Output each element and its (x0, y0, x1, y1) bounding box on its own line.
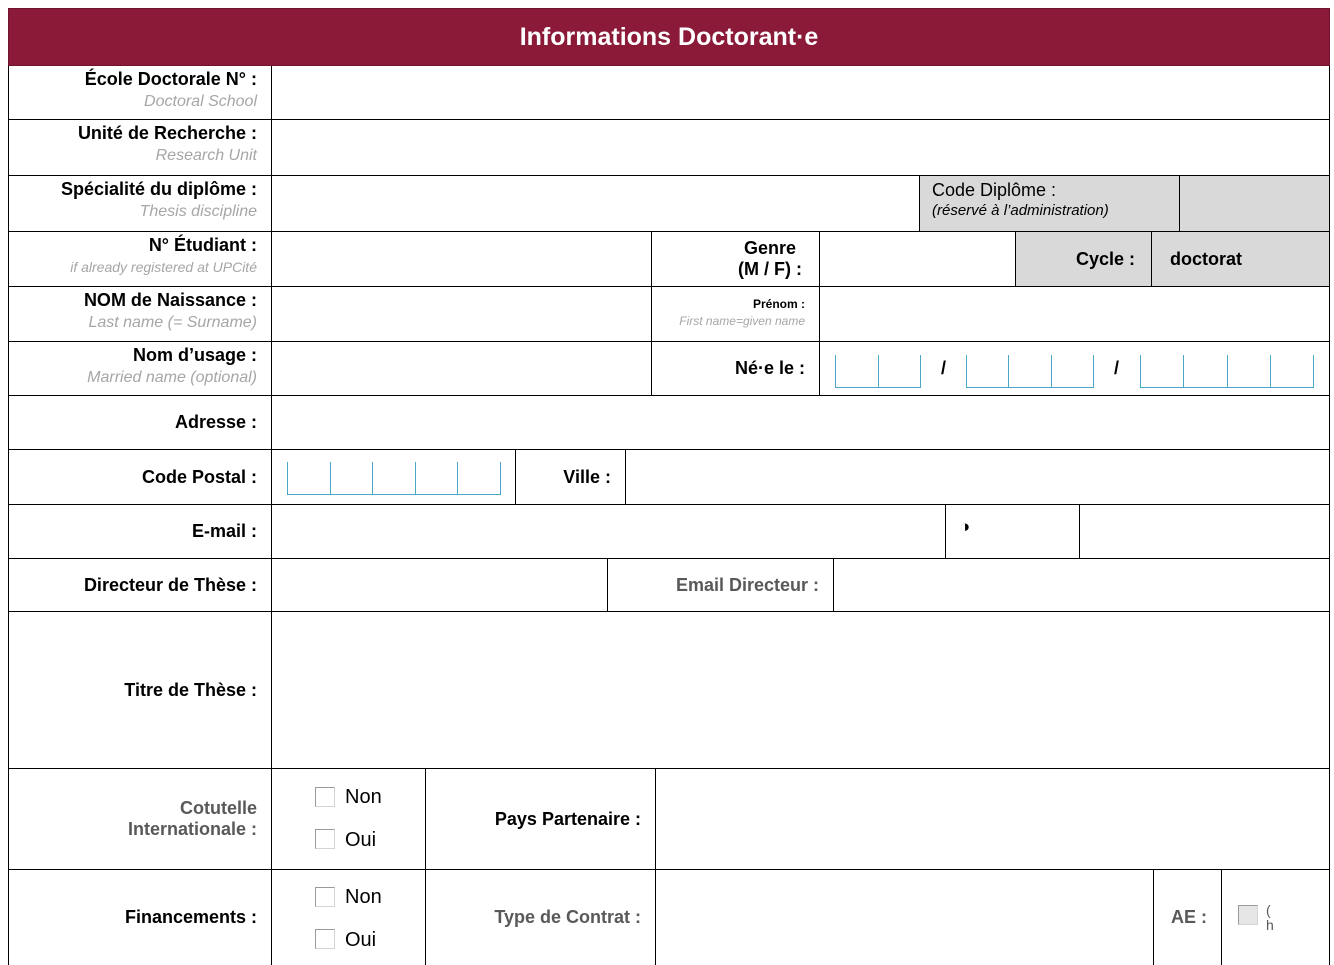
nom-naissance-label: NOM de Naissance : (83, 290, 257, 310)
nom-naissance-label-cell: NOM de Naissance : Last name (= Surname) (8, 287, 272, 342)
nom-naissance-input[interactable] (272, 287, 652, 342)
birth-month-boxes[interactable] (966, 355, 1094, 388)
pays-label-cell: Pays Partenaire : (426, 769, 656, 870)
code-postal-label: Code Postal : (141, 466, 257, 487)
email-directeur-input[interactable] (834, 559, 1330, 612)
specialite-sublabel: Thesis discipline (139, 203, 257, 220)
form-header: Informations Doctorant·e (8, 8, 1330, 66)
contrat-label-cell: Type de Contrat : (426, 870, 656, 965)
ecole-label: École Doctorale N° : (84, 69, 257, 89)
code-diplome-label-cell: Code Diplôme : (réservé à l’administrati… (920, 176, 1180, 232)
financements-label-cell: Financements : (8, 870, 272, 965)
nom-usage-label-cell: Nom d’usage : Married name (optional) (8, 342, 272, 396)
phone-input[interactable] (1080, 505, 1330, 559)
email-input[interactable] (272, 505, 946, 559)
cycle-label-cell: Cycle : (1016, 232, 1152, 287)
code-postal-boxes[interactable] (287, 462, 501, 495)
specialite-label: Spécialité du diplôme : (60, 179, 257, 199)
date-separator-2: / (1114, 358, 1120, 378)
contrat-label: Type de Contrat : (494, 907, 641, 927)
financements-label: Financements : (124, 907, 257, 927)
ecole-sublabel: Doctoral School (144, 93, 257, 110)
etudiant-label-cell: N° Étudiant : if already registered at U… (8, 232, 272, 287)
phone-icon: ◑ (960, 517, 971, 536)
code-diplome-input (1180, 176, 1330, 232)
email-directeur-label-cell: Email Directeur : (608, 559, 834, 612)
unite-input[interactable] (272, 120, 1330, 176)
titre-input[interactable] (272, 612, 1330, 769)
ville-input[interactable] (626, 450, 1330, 505)
form-title: Informations Doctorant·e (519, 22, 819, 51)
cotutelle-label-line2: Internationale : (127, 819, 257, 839)
financements-non-checkbox[interactable] (315, 887, 335, 907)
pays-label: Pays Partenaire : (494, 808, 641, 829)
genre-label-line2: (M / F) : (738, 259, 802, 279)
etudiant-label: N° Étudiant : (148, 235, 257, 255)
financements-non-label: Non (345, 886, 382, 908)
nom-naissance-sublabel: Last name (= Surname) (88, 314, 257, 331)
etudiant-sublabel: if already registered at UPCité (70, 259, 257, 275)
unite-sublabel: Research Unit (155, 147, 257, 164)
etudiant-input[interactable] (272, 232, 652, 287)
titre-label-cell: Titre de Thèse : (8, 612, 272, 769)
date-separator-1: / (941, 358, 947, 378)
ne-le-label-cell: Né·e le : (652, 342, 820, 396)
unite-label-cell: Unité de Recherche : Research Unit (8, 120, 272, 176)
code-diplome-sublabel: (réservé à l’administration) (932, 202, 1109, 219)
cotutelle-label-line1: Cotutelle (179, 798, 257, 818)
code-postal-label-cell: Code Postal : (8, 450, 272, 505)
genre-input[interactable] (820, 232, 1016, 287)
adresse-label: Adresse : (174, 412, 257, 432)
birth-year-boxes[interactable] (1140, 355, 1314, 388)
ae-clipped-label: ( h (1266, 903, 1274, 933)
cotutelle-non-checkbox[interactable] (315, 787, 335, 807)
ville-label-cell: Ville : (516, 450, 626, 505)
cycle-value-cell: doctorat (1152, 232, 1330, 287)
email-directeur-label: Email Directeur : (675, 574, 819, 595)
nom-usage-input[interactable] (272, 342, 652, 396)
cotutelle-label-cell: Cotutelle Internationale : (8, 769, 272, 870)
code-diplome-label: Code Diplôme : (932, 180, 1057, 200)
genre-label-cell: Genre (M / F) : (652, 232, 820, 287)
directeur-label: Directeur de Thèse : (83, 574, 257, 595)
cotutelle-non-label: Non (345, 786, 382, 808)
unite-label: Unité de Recherche : (77, 123, 257, 143)
birth-day-boxes[interactable] (835, 355, 921, 388)
nom-usage-sublabel: Married name (optional) (87, 369, 257, 386)
cycle-label: Cycle : (1075, 248, 1135, 269)
cotutelle-oui-label: Oui (345, 829, 377, 851)
prenom-label-cell: Prénom : First name=given name (652, 287, 820, 342)
titre-label: Titre de Thèse : (124, 679, 257, 700)
financements-oui-checkbox[interactable] (315, 929, 335, 949)
ecole-label-cell: École Doctorale N° : Doctoral School (8, 66, 272, 120)
ville-label: Ville : (563, 466, 611, 487)
ae-checkbox[interactable] (1238, 905, 1258, 925)
prenom-label: Prénom : (752, 297, 805, 311)
genre-label-line1: Genre (743, 238, 797, 258)
prenom-input[interactable] (820, 287, 1330, 342)
specialite-label-cell: Spécialité du diplôme : Thesis disciplin… (8, 176, 272, 232)
financements-oui-label: Oui (345, 929, 377, 951)
ecole-input[interactable] (272, 66, 1330, 120)
email-label: E-mail : (191, 521, 257, 541)
phone-label-cell: ◑ (946, 505, 1080, 559)
directeur-label-cell: Directeur de Thèse : (8, 559, 272, 612)
contrat-input[interactable] (656, 870, 1154, 965)
cotutelle-oui-checkbox[interactable] (315, 829, 335, 849)
directeur-input[interactable] (272, 559, 608, 612)
specialite-input[interactable] (272, 176, 920, 232)
cotutelle-options-cell (272, 769, 426, 870)
ae-label: AE : (1171, 907, 1207, 927)
prenom-sublabel: First name=given name (679, 314, 805, 328)
pays-input[interactable] (656, 769, 1330, 870)
cycle-value: doctorat (1170, 248, 1242, 269)
ne-le-label: Né·e le : (734, 358, 805, 378)
adresse-label-cell: Adresse : (8, 396, 272, 450)
nom-usage-label: Nom d’usage : (132, 345, 257, 365)
ae-label-cell: AE : (1154, 870, 1222, 965)
email-label-cell: E-mail : (8, 505, 272, 559)
adresse-input[interactable] (272, 396, 1330, 450)
